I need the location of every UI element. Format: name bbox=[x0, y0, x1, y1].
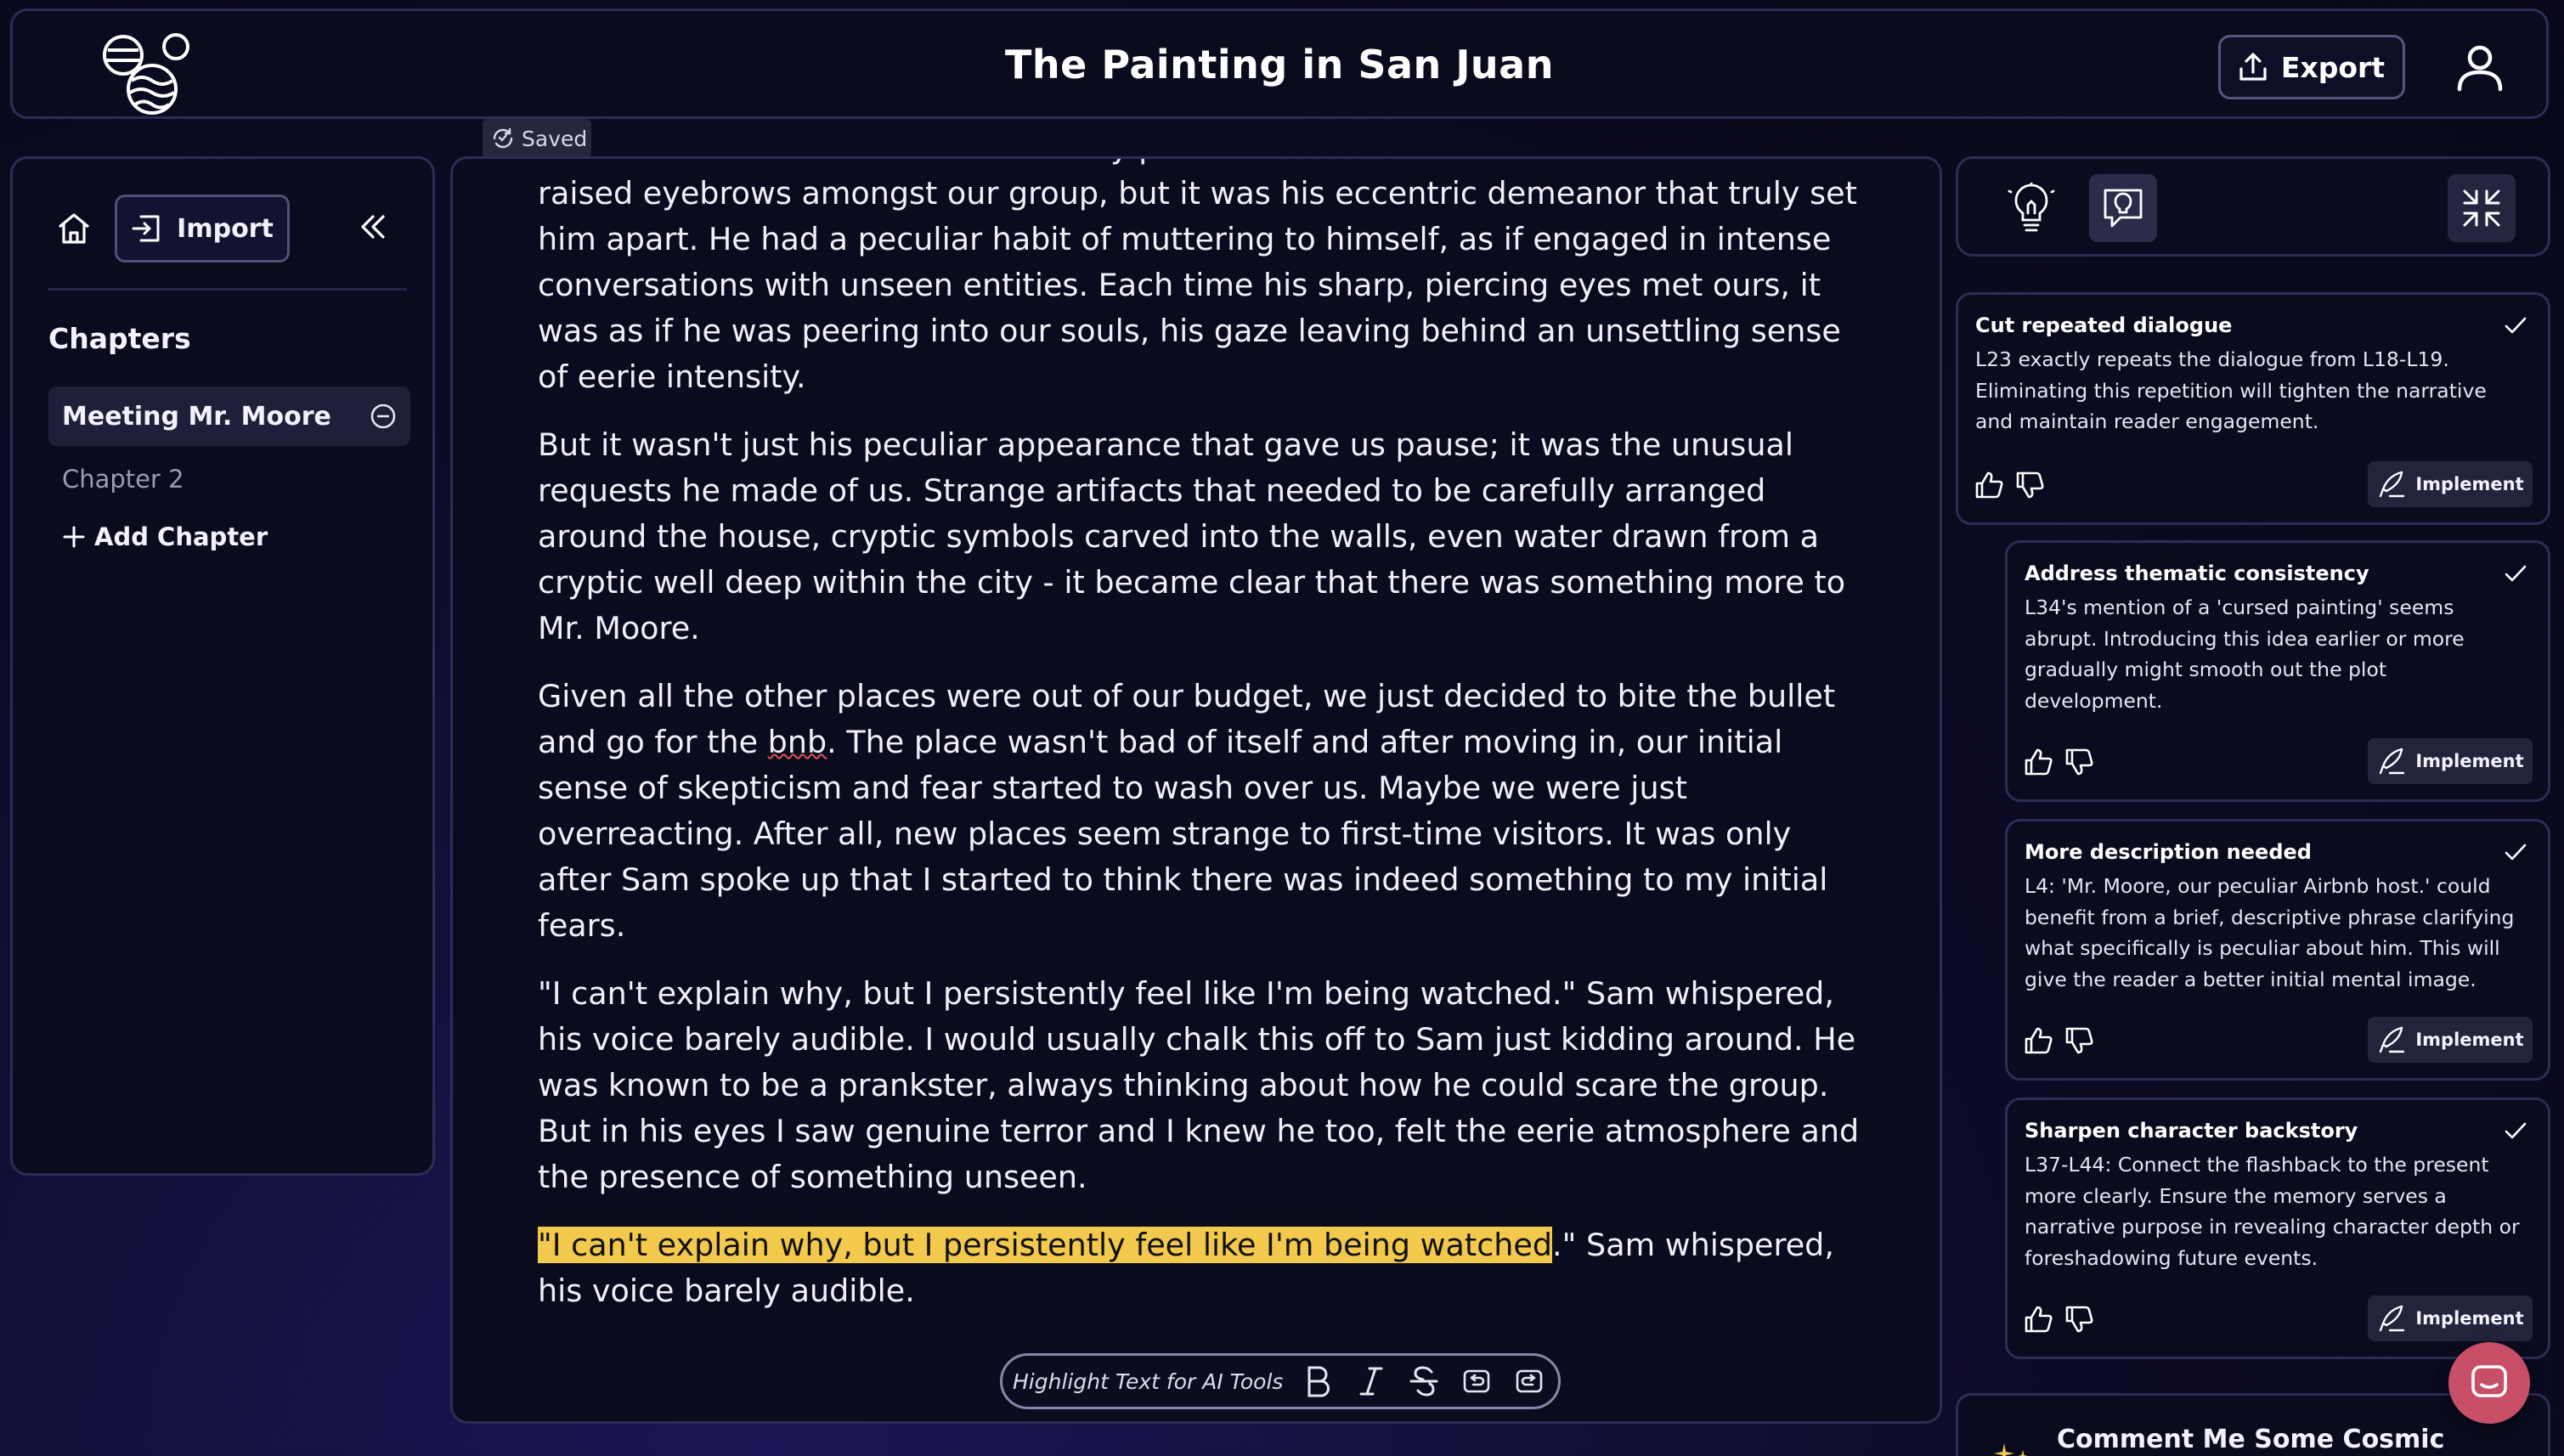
export-label: Export bbox=[2280, 50, 2386, 84]
paragraph[interactable]: that seemed to radiate from his every po… bbox=[538, 159, 1863, 400]
minimize-panel-button[interactable] bbox=[2448, 174, 2516, 242]
thumbs-down-icon[interactable] bbox=[2064, 747, 2094, 777]
paragraph[interactable]: "I can't explain why, but I persistently… bbox=[538, 1222, 1863, 1314]
suggestion-body: L37-L44: Connect the flashback to the pr… bbox=[2025, 1153, 2520, 1270]
implement-label: Implement bbox=[2415, 751, 2524, 771]
format-hint: Highlight Text for AI Tools bbox=[1013, 1369, 1284, 1394]
document-title: The Painting in San Juan bbox=[1005, 42, 1554, 87]
format-toolbar: Highlight Text for AI Tools bbox=[1000, 1353, 1561, 1409]
add-chapter-label: Add Chapter bbox=[94, 522, 268, 551]
suggestion-title: Address thematic consistency bbox=[2025, 562, 2369, 585]
suggestion-body: L4: 'Mr. Moore, our peculiar Airbnb host… bbox=[2025, 874, 2515, 991]
add-chapter-button[interactable]: Add Chapter bbox=[62, 522, 268, 551]
remove-chapter-icon[interactable] bbox=[370, 403, 397, 430]
implement-button[interactable]: Implement bbox=[2368, 738, 2533, 784]
suggestion-title: Cut repeated dialogue bbox=[1975, 313, 2233, 337]
thumbs-down-icon[interactable] bbox=[2064, 1025, 2094, 1056]
chapters-heading: Chapters bbox=[48, 322, 191, 355]
quill-icon bbox=[2380, 748, 2405, 775]
suggestion-body: L23 exactly repeats the dialogue from L1… bbox=[1975, 347, 2487, 433]
saved-icon bbox=[493, 127, 513, 149]
chapter-label: Meeting Mr. Moore bbox=[62, 401, 331, 432]
minimize-icon bbox=[2463, 189, 2500, 227]
paragraph[interactable]: "I can't explain why, but I persistently… bbox=[538, 971, 1863, 1200]
suggestion-card: More description needed L4: 'Mr. Moore, … bbox=[2005, 819, 2550, 1081]
paragraph-text: raised eyebrows amongst our group, but i… bbox=[538, 175, 1857, 395]
chapter-item-meeting-mr-moore[interactable]: Meeting Mr. Moore bbox=[48, 387, 410, 446]
collapse-sidebar-icon[interactable] bbox=[356, 210, 390, 244]
implement-button[interactable]: Implement bbox=[2368, 1017, 2533, 1063]
thumbs-down-icon[interactable] bbox=[2064, 1304, 2094, 1335]
undo-icon[interactable] bbox=[1460, 1363, 1494, 1400]
chat-icon bbox=[2471, 1365, 2507, 1397]
paragraph[interactable]: But it wasn't just his peculiar appearan… bbox=[538, 422, 1863, 652]
redo-icon[interactable] bbox=[1512, 1363, 1546, 1400]
import-label: Import bbox=[177, 213, 274, 244]
chapter-item-chapter-2[interactable]: Chapter 2 bbox=[62, 465, 184, 494]
implement-label: Implement bbox=[2415, 1308, 2524, 1329]
saved-status: Saved bbox=[483, 119, 591, 158]
italic-icon[interactable] bbox=[1354, 1363, 1388, 1400]
thumbs-up-icon[interactable] bbox=[2023, 1304, 2053, 1335]
import-icon bbox=[132, 215, 160, 242]
ai-tools-bar bbox=[1956, 156, 2550, 257]
paragraph[interactable]: Given all the other places were out of o… bbox=[538, 674, 1863, 949]
suggestion-title: Sharpen character backstory bbox=[2025, 1119, 2358, 1143]
check-icon[interactable] bbox=[2502, 1117, 2529, 1144]
suggestion-card: Address thematic consistency L34's menti… bbox=[2005, 540, 2550, 802]
user-icon[interactable] bbox=[2454, 43, 2505, 94]
quill-icon bbox=[2380, 1026, 2405, 1053]
quill-icon bbox=[2380, 471, 2405, 498]
implement-label: Implement bbox=[2415, 1030, 2524, 1050]
app-header: The Painting in San Juan Export bbox=[10, 8, 2549, 119]
highlighted-text[interactable]: "I can't explain why, but I persistently… bbox=[538, 1227, 1553, 1263]
chat-button[interactable] bbox=[2448, 1342, 2530, 1424]
chapters-sidebar: Import Chapters Meeting Mr. Moore Chapte… bbox=[10, 156, 435, 1176]
strikethrough-icon[interactable] bbox=[1407, 1363, 1441, 1400]
thumbs-up-icon[interactable] bbox=[1974, 470, 2004, 500]
check-icon[interactable] bbox=[2502, 838, 2529, 866]
export-icon bbox=[2239, 53, 2267, 81]
paragraph-text-cutoff: that seemed to radiate from his every po… bbox=[538, 159, 1810, 166]
comment-icon bbox=[2104, 189, 2143, 228]
comment-tab[interactable] bbox=[2089, 174, 2157, 242]
text-editor[interactable]: that seemed to radiate from his every po… bbox=[450, 156, 1942, 1424]
import-button[interactable]: Import bbox=[115, 195, 290, 262]
check-icon[interactable] bbox=[2502, 312, 2529, 339]
export-button[interactable]: Export bbox=[2218, 35, 2405, 99]
critique-title: Comment Me Some Cosmic Critique bbox=[2057, 1425, 2445, 1456]
implement-label: Implement bbox=[2415, 474, 2524, 494]
suggestion-body: L34's mention of a 'cursed painting' see… bbox=[2025, 595, 2465, 713]
suggestion-card: Sharpen character backstory L37-L44: Con… bbox=[2005, 1098, 2550, 1359]
misspelled-word[interactable]: bnb bbox=[768, 724, 827, 760]
implement-button[interactable]: Implement bbox=[2368, 461, 2533, 507]
quill-icon bbox=[2380, 1305, 2405, 1332]
home-icon[interactable] bbox=[55, 210, 93, 247]
editor-content[interactable]: that seemed to radiate from his every po… bbox=[538, 159, 1863, 1336]
thumbs-down-icon[interactable] bbox=[2014, 470, 2045, 500]
thumbs-up-icon[interactable] bbox=[2023, 1025, 2053, 1056]
implement-button[interactable]: Implement bbox=[2368, 1295, 2533, 1341]
bold-icon[interactable] bbox=[1302, 1363, 1336, 1400]
sparkle-icon bbox=[1994, 1443, 2028, 1456]
sidebar-divider bbox=[48, 288, 407, 291]
suggestion-card: Cut repeated dialogue L23 exactly repeat… bbox=[1956, 292, 2550, 525]
saved-label: Saved bbox=[522, 126, 588, 151]
thumbs-up-icon[interactable] bbox=[2023, 747, 2053, 777]
suggestion-title: More description needed bbox=[2025, 840, 2312, 864]
lightbulb-icon[interactable] bbox=[2006, 183, 2057, 235]
plus-icon bbox=[63, 526, 85, 548]
check-icon[interactable] bbox=[2502, 560, 2529, 587]
